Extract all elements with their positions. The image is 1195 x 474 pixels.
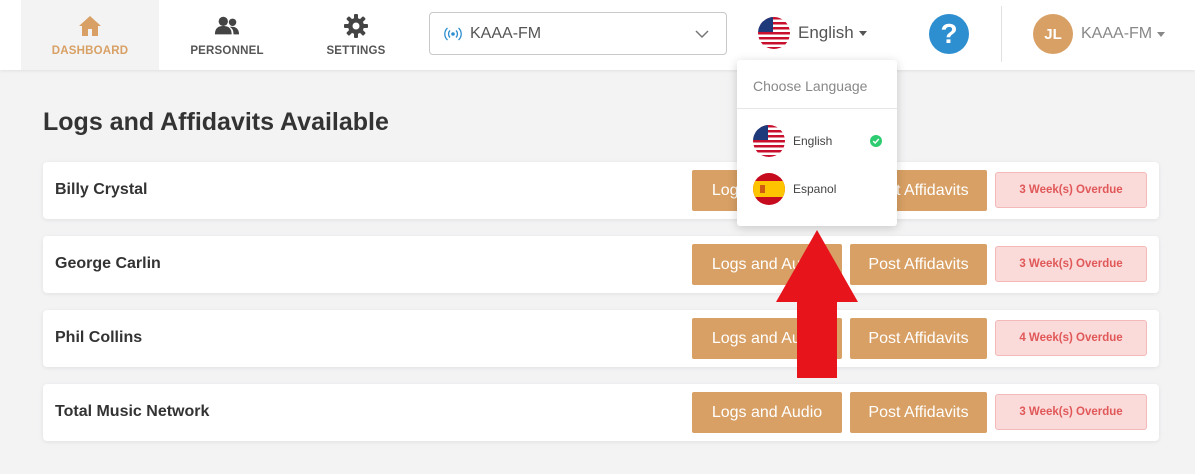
broadcast-icon xyxy=(444,25,462,43)
chevron-down-icon xyxy=(694,26,710,42)
station-name: Phil Collins xyxy=(55,329,143,346)
help-button[interactable]: ? xyxy=(929,14,969,54)
caret-down-icon xyxy=(1157,31,1166,37)
spain-flag-icon xyxy=(753,173,785,205)
nav-dashboard-label: DASHBOARD xyxy=(51,45,129,57)
us-flag-icon xyxy=(753,125,785,157)
post-affidavits-button[interactable]: Post Affidavits xyxy=(850,392,987,433)
post-affidavits-button[interactable]: Post Affidavits xyxy=(850,318,987,359)
divider xyxy=(1001,6,1002,62)
post-affidavits-button[interactable]: Post Affidavits xyxy=(850,244,987,285)
station-select[interactable]: KAAA-FM xyxy=(429,12,727,55)
station-name: Billy Crystal xyxy=(55,181,148,198)
list-item: Phil Collins Logs and Audio Post Affidav… xyxy=(43,310,1159,367)
station-name: Total Music Network xyxy=(55,403,210,420)
language-option-espanol[interactable]: Espanol xyxy=(753,172,883,206)
station-select-value: KAAA-FM xyxy=(470,24,542,42)
page-title: Logs and Affidavits Available xyxy=(43,108,389,136)
nav-dashboard[interactable]: DASHBOARD xyxy=(21,0,159,70)
nav-settings[interactable]: SETTINGS xyxy=(287,0,425,70)
top-navbar: DASHBOARD PERSONNEL SETTINGS KAAA-FM Eng… xyxy=(0,0,1195,70)
us-flag-icon xyxy=(758,17,790,49)
status-badge: 3 Week(s) Overdue xyxy=(995,394,1147,430)
user-station-label: KAAA-FM xyxy=(1081,25,1153,42)
logs-and-audio-button[interactable]: Logs and Audio xyxy=(692,392,842,433)
language-option-english[interactable]: English xyxy=(753,124,883,158)
gear-icon xyxy=(343,13,369,39)
language-current: English xyxy=(798,23,854,42)
list-item: Total Music Network Logs and Audio Post … xyxy=(43,384,1159,441)
list-item: George Carlin Logs and Audio Post Affida… xyxy=(43,236,1159,293)
check-icon xyxy=(870,135,882,147)
status-badge: 4 Week(s) Overdue xyxy=(995,320,1147,356)
home-icon xyxy=(77,13,103,39)
dropdown-header: Choose Language xyxy=(737,60,897,109)
user-menu[interactable]: JL KAAA-FM xyxy=(1033,13,1166,55)
language-option-label: Espanol xyxy=(793,182,837,196)
status-badge: 3 Week(s) Overdue xyxy=(995,172,1147,208)
language-toggle[interactable]: English xyxy=(758,16,867,50)
language-option-label: English xyxy=(793,134,833,148)
nav-personnel[interactable]: PERSONNEL xyxy=(158,0,296,70)
station-name: George Carlin xyxy=(55,255,161,272)
users-icon xyxy=(214,13,240,39)
avatar: JL xyxy=(1033,14,1073,54)
caret-down-icon xyxy=(858,30,867,36)
language-dropdown: Choose Language English Espanol xyxy=(737,60,897,226)
nav-personnel-label: PERSONNEL xyxy=(190,45,264,57)
nav-settings-label: SETTINGS xyxy=(326,45,386,57)
list-item: Billy Crystal Logs and Audio Post Affida… xyxy=(43,162,1159,219)
status-badge: 3 Week(s) Overdue xyxy=(995,246,1147,282)
annotation-arrow xyxy=(776,230,858,378)
